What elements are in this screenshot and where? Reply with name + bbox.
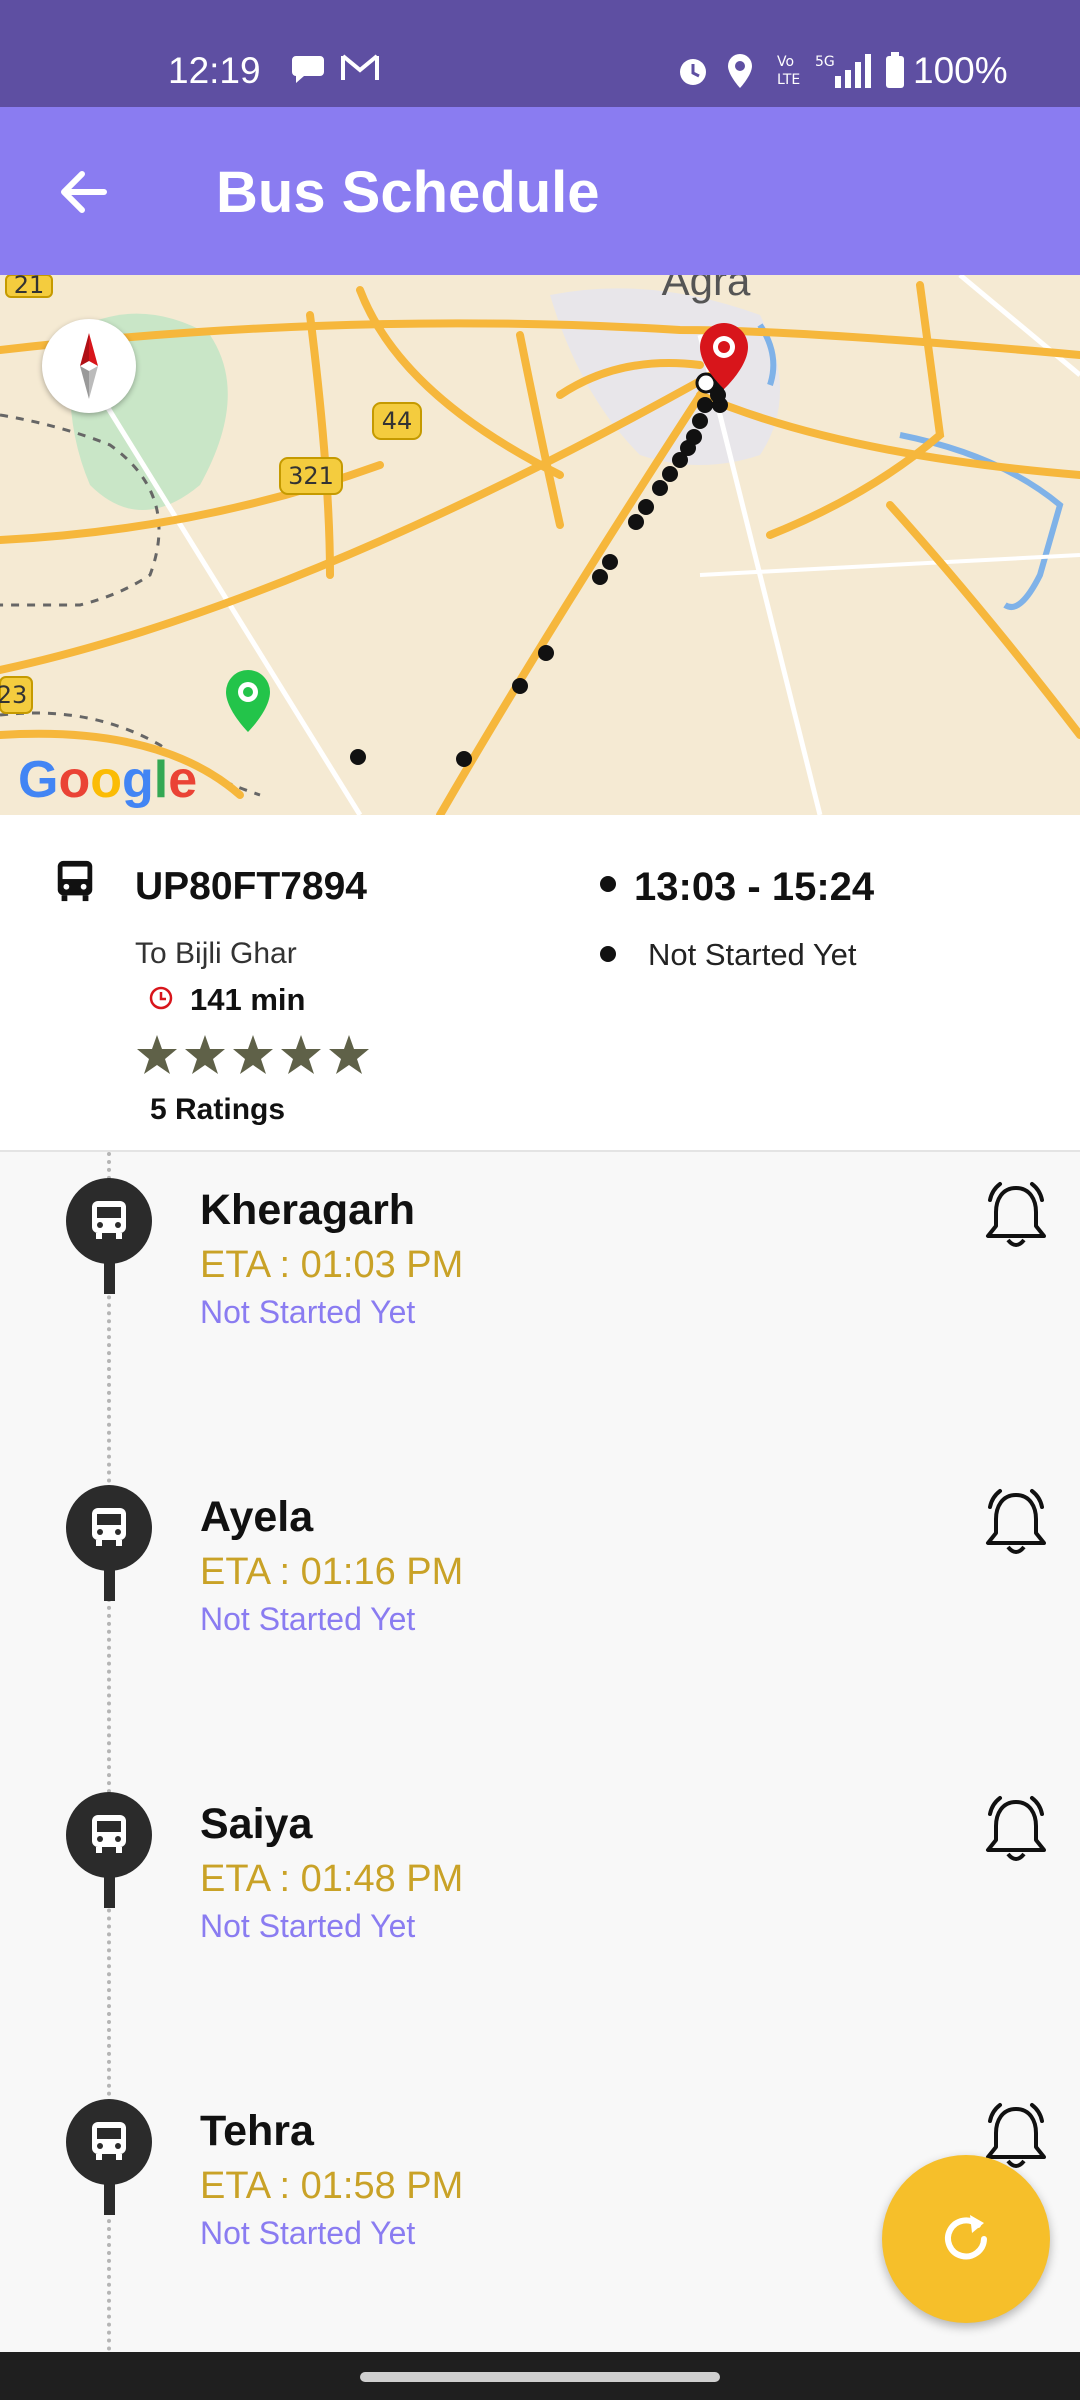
bus-icon [92, 1201, 126, 1239]
battery-icon [886, 52, 904, 88]
5g-signal-icon: 5G [815, 54, 871, 88]
stop-stem [104, 1567, 115, 1601]
svg-text:LTE: LTE [777, 72, 800, 88]
time-dot [600, 876, 616, 892]
stop-name: Saiya [200, 1800, 313, 1848]
status-bar: 12:19 Vo LTE 5G 100% [0, 0, 1080, 107]
status-dot [600, 946, 616, 962]
bell-icon[interactable] [980, 1792, 1052, 1868]
bell-icon[interactable] [980, 1178, 1052, 1254]
trip-status: Not Started Yet [648, 937, 857, 972]
stop-stem [104, 1874, 115, 1908]
stop-status: Not Started Yet [200, 1601, 416, 1637]
stop-name: Kheragarh [200, 1186, 416, 1234]
refresh-icon [945, 2215, 987, 2260]
stop-eta: ETA : 01:48 PM [200, 1858, 464, 1900]
alarm-icon [680, 59, 706, 85]
home-gesture-handle[interactable] [360, 2372, 720, 2382]
stop-eta: ETA : 01:58 PM [200, 2165, 464, 2207]
refresh-button[interactable] [882, 2155, 1050, 2323]
time-range: 13:03 - 15:24 [634, 865, 875, 909]
route-map[interactable]: 21 44 321 23 Agra Google [0, 275, 1080, 815]
map-city-label: Agra [662, 275, 751, 304]
battery-percent: 100% [913, 50, 1008, 91]
app-bar: Bus Schedule [0, 107, 1080, 275]
road-shield-23-label: 23 [0, 681, 27, 709]
stop-stem [104, 2181, 115, 2215]
stop-item-ayela[interactable]: Ayela ETA : 01:16 PM Not Started Yet [0, 1471, 1080, 1671]
stop-status: Not Started Yet [200, 1908, 416, 1944]
stop-item-kheragarh[interactable]: Kheragarh ETA : 01:03 PM Not Started Yet [0, 1164, 1080, 1364]
clock-icon [149, 986, 173, 1010]
star-icon [185, 1035, 225, 1074]
green-pin-icon[interactable] [226, 670, 270, 732]
bus-icon [92, 1815, 126, 1853]
trip-duration: 141 min [190, 982, 306, 1017]
svg-text:Vo: Vo [777, 54, 794, 70]
star-icon [329, 1035, 369, 1074]
status-time: 12:19 [168, 50, 261, 91]
bell-icon[interactable] [980, 1485, 1052, 1561]
stop-status: Not Started Yet [200, 2215, 416, 2251]
stop-eta: ETA : 01:16 PM [200, 1551, 464, 1593]
location-icon [728, 54, 752, 88]
star-icon [137, 1035, 177, 1074]
system-nav-bar [0, 2352, 1080, 2400]
bus-destination: To Bijli Ghar [135, 937, 297, 970]
map-canvas[interactable]: 21 44 321 23 Agra Google [0, 275, 1080, 815]
arrow-left-icon[interactable] [54, 162, 114, 222]
ratings-count: 5 Ratings [150, 1093, 286, 1126]
bus-info-card: UP80FT7894 To Bijli Ghar 141 min 5 Ratin… [0, 815, 1080, 1152]
road-shield-21-label: 21 [14, 275, 45, 299]
volte-icon: Vo LTE [777, 54, 800, 88]
gmail-icon [341, 54, 379, 80]
stop-bus-node [66, 1485, 152, 1571]
bus-icon [92, 2122, 126, 2160]
page-title: Bus Schedule [216, 160, 600, 225]
bus-plate: UP80FT7894 [135, 865, 367, 908]
stop-status: Not Started Yet [200, 1294, 416, 1330]
rating-stars [137, 1035, 369, 1074]
stop-bus-node [66, 1178, 152, 1264]
stop-name: Tehra [200, 2107, 314, 2155]
bus-icon [57, 860, 93, 902]
google-logo: Google [18, 751, 197, 809]
star-icon [233, 1035, 273, 1074]
stop-eta: ETA : 01:03 PM [200, 1244, 464, 1286]
message-icon [292, 56, 324, 83]
stop-bus-node [66, 1792, 152, 1878]
stop-bus-node [66, 2099, 152, 2185]
stop-name: Ayela [200, 1493, 314, 1541]
stop-item-saiya[interactable]: Saiya ETA : 01:48 PM Not Started Yet [0, 1778, 1080, 1978]
svg-text:5G: 5G [815, 54, 835, 70]
stop-stem [104, 1260, 115, 1294]
star-icon [281, 1035, 321, 1074]
compass-icon[interactable] [42, 319, 136, 413]
bus-icon [92, 1508, 126, 1546]
road-shield-321-label: 321 [288, 462, 334, 490]
road-shield-44-label: 44 [382, 407, 413, 435]
